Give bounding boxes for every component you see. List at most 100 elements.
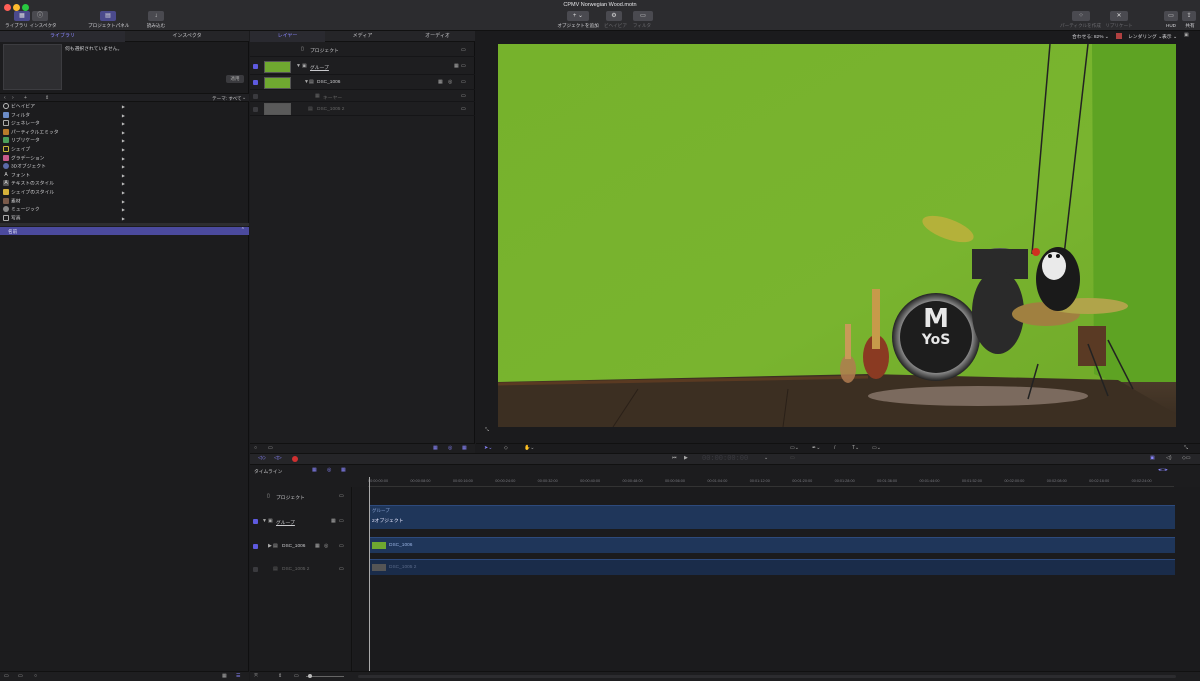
zoom-out-icon[interactable]: ▭ <box>294 673 299 679</box>
timeline-ruler[interactable]: 00:00:00:00 00:00:08:00 00:00:16:00 00:00:2… <box>368 477 1174 487</box>
sort-icon[interactable]: ⇕ <box>45 95 49 101</box>
list-header[interactable]: 名前 ⌃ <box>0 227 249 235</box>
tl-clip-checkbox[interactable] <box>253 544 258 549</box>
layout-icon[interactable]: ▣ <box>1184 32 1189 38</box>
record-button[interactable] <box>292 456 298 462</box>
tl-row-group[interactable]: ▼ ▣ グループ ▦ ▭ <box>250 515 352 529</box>
zoom-in-icon[interactable]: ◂▭▸ <box>1158 467 1168 473</box>
disclosure-icon[interactable]: ▼ <box>262 518 267 524</box>
add-icon[interactable]: + <box>24 95 27 101</box>
color-channel-icon[interactable] <box>1116 33 1122 39</box>
library-button[interactable]: ▦ <box>14 11 30 21</box>
make-particles-button[interactable]: ⁘ <box>1072 11 1090 21</box>
lock-icon[interactable]: ▭ <box>461 106 466 112</box>
category-particle-emitters[interactable]: パーティクルエミッタ ▶ <box>3 128 125 138</box>
search-icon[interactable]: ○ <box>254 445 257 451</box>
show-layers-icon[interactable]: ▦ <box>312 467 317 473</box>
snap-icon[interactable]: ⤧ <box>254 673 258 679</box>
loop-icon[interactable]: ▭ <box>790 455 795 461</box>
add-group-icon[interactable]: ▭ <box>268 445 273 451</box>
theme-select[interactable]: テーマ: すべて <box>212 96 242 102</box>
chevron-down-icon[interactable]: ⌄ <box>242 95 246 101</box>
category-filters[interactable]: フィルタ ▶ <box>3 111 125 121</box>
tl-row-clip-disabled[interactable]: ▤ DSC_1005 2 ▭ <box>250 563 352 577</box>
tl-row-clip[interactable]: ▶ ▤ DSC_1006 ▦ ◎ ▭ <box>250 540 352 554</box>
tab-inspector[interactable]: インスペクタ <box>125 31 249 42</box>
layer-row-clip-disabled[interactable]: ▤ DSC_1005 2 ▭ <box>250 103 475 116</box>
group-track-bar[interactable]: グループ 2オブジェクト <box>369 505 1175 529</box>
timecode-chevron-icon[interactable]: ⌄ <box>764 455 768 461</box>
layer-row-keyer[interactable]: ▦ キーヤー ▭ <box>250 91 475 102</box>
behaviors-button[interactable]: ⚙ <box>606 11 622 21</box>
import-button[interactable]: ↓ <box>148 11 164 21</box>
clip-enable-checkbox[interactable] <box>253 80 258 85</box>
shape-tool-icon[interactable]: ▭⌄ <box>790 445 799 451</box>
list-view-icon[interactable]: ☰ <box>236 673 240 679</box>
show-masks-icon[interactable]: ◎ <box>327 467 331 473</box>
keyframe-icon[interactable]: ◁◇ <box>258 455 266 461</box>
divider[interactable] <box>0 223 249 226</box>
lock-icon[interactable]: ▭ <box>339 566 344 572</box>
disclosure-icon[interactable]: ▶ <box>268 543 272 549</box>
filters-button[interactable]: ▭ <box>633 11 653 21</box>
category-generators[interactable]: ジェネレータ ▶ <box>3 120 125 129</box>
lock-icon[interactable]: ▭ <box>461 63 466 69</box>
category-3d-objects[interactable]: 3Dオブジェクト ▶ <box>3 163 125 172</box>
layer-options-icon[interactable]: ▦ <box>331 518 336 524</box>
add-object-button[interactable]: + ⌄ <box>567 11 589 21</box>
lock-icon[interactable]: ▭ <box>339 543 344 549</box>
zoom-slider-knob[interactable] <box>308 674 312 678</box>
playhead[interactable] <box>369 477 370 671</box>
show-filters-icon[interactable]: ▦ <box>341 467 346 473</box>
category-gradients[interactable]: グラデーション ▶ <box>3 154 125 164</box>
pan-tool-icon[interactable]: ✋⌄ <box>524 445 534 451</box>
lock-icon[interactable]: ▭ <box>461 93 466 99</box>
expand-icon[interactable]: ⤡ <box>485 427 489 433</box>
category-music[interactable]: ミュージック ▶ <box>3 206 125 215</box>
view-select[interactable]: 表示 ⌄ <box>1162 33 1177 40</box>
category-materials[interactable]: 素材 ▶ <box>3 197 125 207</box>
clip2-enable-checkbox[interactable] <box>253 107 258 112</box>
category-shape-styles[interactable]: シェイプのスタイル ▶ <box>3 189 125 198</box>
category-text-styles[interactable]: A テキストのスタイル ▶ <box>3 180 125 189</box>
anchor-tool-icon[interactable]: ◇ <box>504 445 508 451</box>
layer-row-clip[interactable]: ▼ ▤ DSC_1006 ▦ ◎ ▭ <box>250 76 475 90</box>
grid-view-icon[interactable]: ▦ <box>222 673 227 679</box>
fullscreen-icon[interactable]: ⤡ <box>1184 445 1188 451</box>
inspector-button[interactable]: ⓘ <box>32 11 48 21</box>
mask-view-icon[interactable]: ◎ <box>448 445 452 451</box>
clip2-track-bar[interactable]: DSC_1005 2 <box>369 559 1175 575</box>
lock-icon[interactable]: ▭ <box>339 518 344 524</box>
category-behaviors[interactable]: ビヘイビア ▶ <box>3 103 125 112</box>
forward-icon[interactable]: › <box>12 95 14 101</box>
text-tool-icon[interactable]: T⌄ <box>852 445 859 451</box>
category-fonts[interactable]: A フォント ▶ <box>3 172 125 181</box>
layer-row-project[interactable]: ▯ プロジェクト ▭ <box>250 43 475 57</box>
tl-group-checkbox[interactable] <box>253 519 258 524</box>
stepper-icon[interactable]: ⇕ <box>278 673 282 679</box>
tab-media[interactable]: メディア <box>325 31 400 42</box>
timeline-view-icon[interactable]: ▣ <box>1150 455 1155 461</box>
horizontal-scrollbar[interactable] <box>358 675 1176 678</box>
group-enable-checkbox[interactable] <box>253 64 258 69</box>
zoom-select[interactable]: 合わせる: 82% ⌄ <box>1072 33 1109 40</box>
hud-button[interactable]: ▭ <box>1164 11 1178 21</box>
keyframe-editor-icon[interactable]: ◇▭ <box>1182 455 1191 461</box>
go-to-start-icon[interactable]: ⏮ <box>672 455 677 461</box>
render-select[interactable]: レンダリング ⌄ <box>1128 33 1162 40</box>
search-icon[interactable]: ○ <box>34 673 37 679</box>
lock-icon[interactable]: ▭ <box>461 79 466 85</box>
filter-view-icon[interactable]: ▦ <box>462 445 467 451</box>
paint-tool-icon[interactable]: / <box>834 445 835 451</box>
tab-library[interactable]: ライブラリ <box>0 31 125 42</box>
canvas-image[interactable]: YoS M <box>498 44 1176 427</box>
tl-row-project[interactable]: ▯ プロジェクト ▭ <box>250 489 352 503</box>
apply-button[interactable]: 適用 <box>226 75 244 83</box>
layers-view-icon[interactable]: ▦ <box>433 445 438 451</box>
select-tool-icon[interactable]: ➤⌄ <box>484 445 492 451</box>
category-shapes[interactable]: シェイプ ▶ <box>3 146 125 155</box>
speaker-icon[interactable]: ◁) <box>1166 455 1172 461</box>
clip-track-bar[interactable]: DSC_1006 <box>369 537 1175 553</box>
pen-tool-icon[interactable]: ✒⌄ <box>812 445 820 451</box>
tl-clip2-checkbox[interactable] <box>253 567 258 572</box>
